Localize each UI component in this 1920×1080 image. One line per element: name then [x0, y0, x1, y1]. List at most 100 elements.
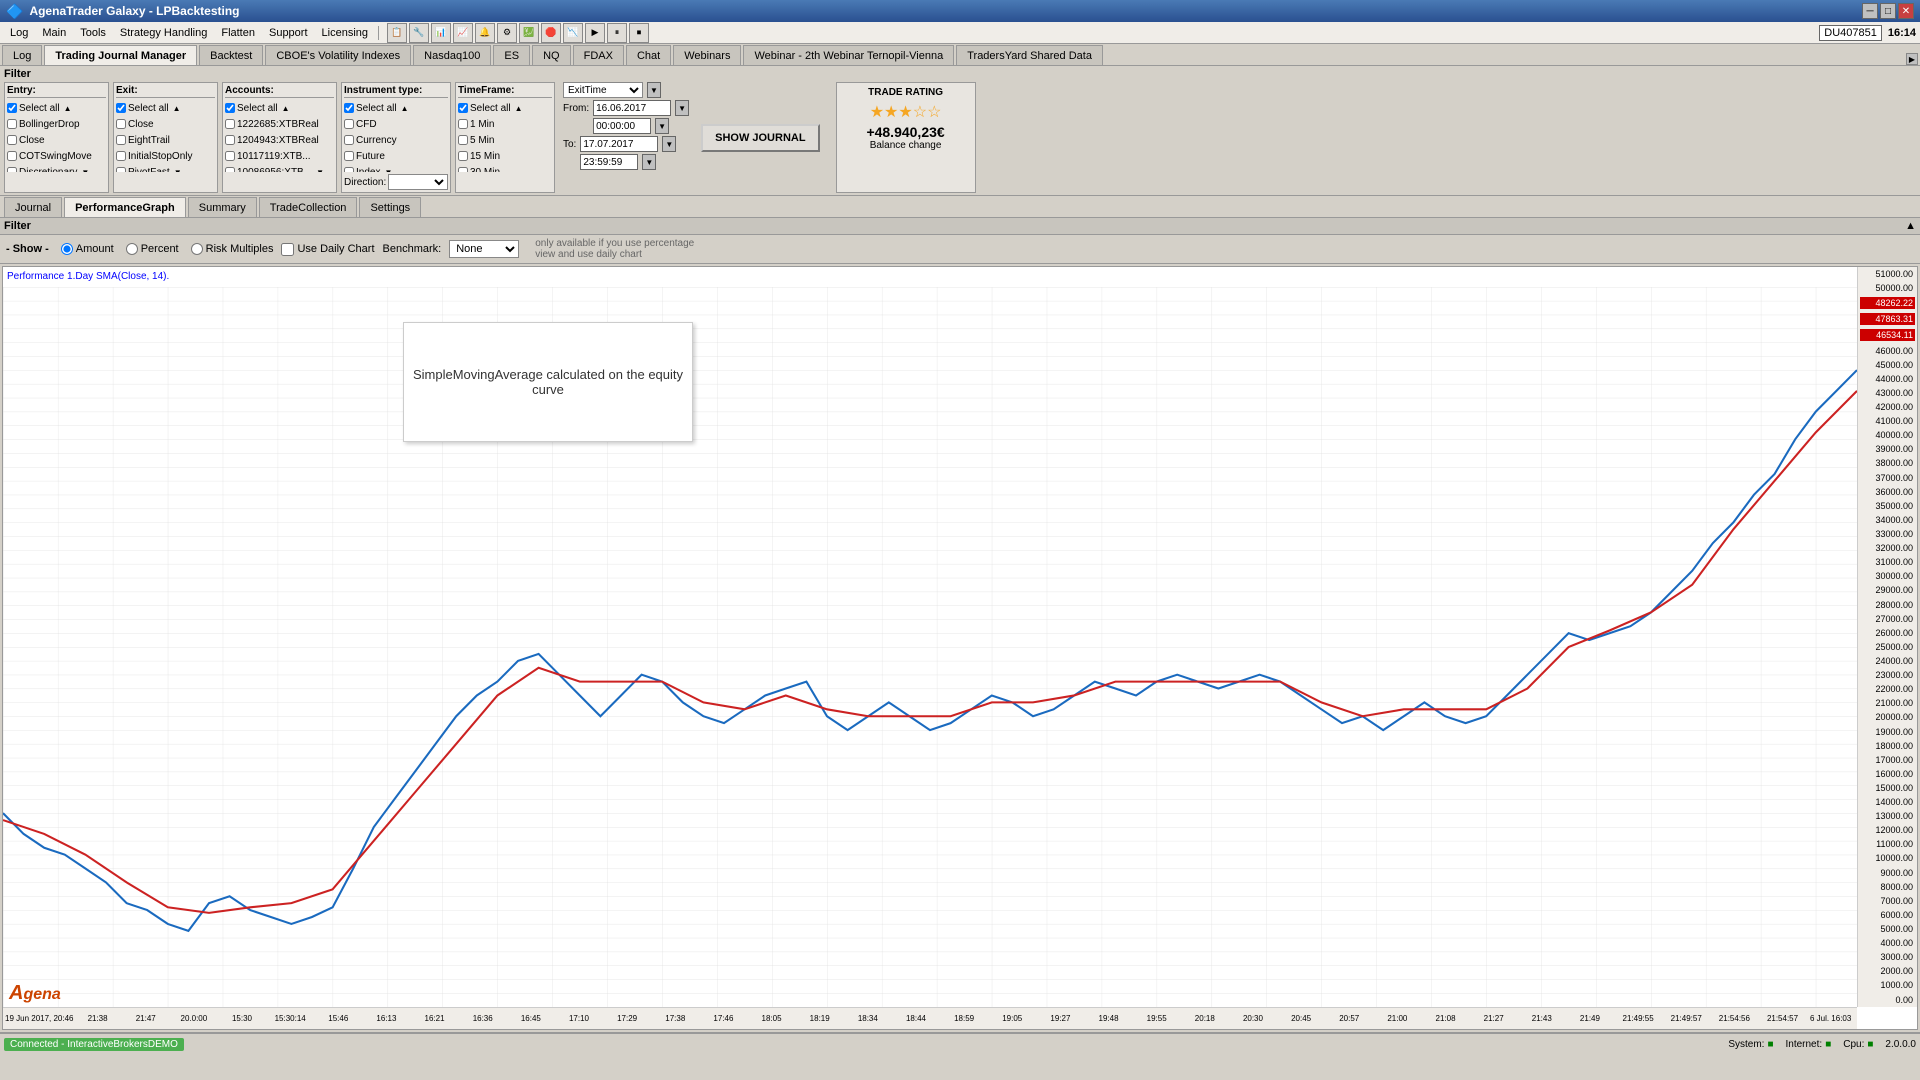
use-daily-chart-input[interactable]	[281, 243, 294, 256]
tab-log[interactable]: Log	[2, 45, 42, 65]
entry-checkbox-1[interactable]	[7, 119, 17, 129]
toolbar-btn-5[interactable]: 🔔	[475, 23, 495, 43]
tab-webinar2[interactable]: Webinar - 2th Webinar Ternopil-Vienna	[743, 45, 954, 65]
from-time-input[interactable]	[593, 118, 651, 134]
entry-checkbox-0[interactable]	[7, 103, 17, 113]
x-label-1: 21:38	[74, 1014, 122, 1023]
inner-tab-journal[interactable]: Journal	[4, 197, 62, 217]
tf-scroll-up[interactable]: ▲	[513, 104, 525, 113]
instrument-checkbox-2[interactable]	[344, 135, 354, 145]
account-scroll-down[interactable]: ▼	[314, 168, 326, 173]
tf-checkbox-2[interactable]	[458, 135, 468, 145]
instrument-scroll-up[interactable]: ▲	[399, 104, 411, 113]
instrument-scroll-down[interactable]: ▼	[382, 168, 394, 173]
entry-checkbox-3[interactable]	[7, 151, 17, 161]
inner-tab-trade-collection[interactable]: TradeCollection	[259, 197, 358, 217]
entry-checkbox-4[interactable]	[7, 167, 17, 172]
from-time-btn[interactable]: ▼	[655, 118, 669, 134]
account-checkbox-4[interactable]	[225, 167, 235, 172]
entry-checkbox-2[interactable]	[7, 135, 17, 145]
tf-checkbox-4[interactable]	[458, 167, 468, 172]
exit-scroll-down[interactable]: ▼	[172, 168, 184, 173]
menu-flatten[interactable]: Flatten	[215, 25, 261, 41]
instrument-checkbox-3[interactable]	[344, 151, 354, 161]
exit-checkbox-2[interactable]	[116, 135, 126, 145]
toolbar-btn-2[interactable]: 🔧	[409, 23, 429, 43]
radio-risk-input[interactable]	[191, 243, 203, 255]
entry-scroll-up[interactable]: ▲	[62, 104, 74, 113]
radio-percent[interactable]: Percent	[126, 243, 179, 255]
tab-scroll-right[interactable]: ▶	[1906, 53, 1918, 65]
toolbar-btn-6[interactable]: ⚙	[497, 23, 517, 43]
inner-tab-performance-graph[interactable]: PerformanceGraph	[64, 197, 186, 217]
tf-checkbox-3[interactable]	[458, 151, 468, 161]
title-bar-controls[interactable]: ─ □ ✕	[1862, 3, 1914, 19]
tab-backtest[interactable]: Backtest	[199, 45, 263, 65]
to-time-input[interactable]	[580, 154, 638, 170]
toolbar-btn-10[interactable]: ▶	[585, 23, 605, 43]
menu-tools[interactable]: Tools	[74, 25, 112, 41]
account-checkbox-3[interactable]	[225, 151, 235, 161]
account-checkbox-2[interactable]	[225, 135, 235, 145]
menu-licensing[interactable]: Licensing	[316, 25, 374, 41]
exit-checkbox-3[interactable]	[116, 151, 126, 161]
instrument-checkbox-4[interactable]	[344, 167, 354, 172]
from-date-btn[interactable]: ▼	[675, 100, 689, 116]
instrument-checkbox-0[interactable]	[344, 103, 354, 113]
toolbar-btn-3[interactable]: 📊	[431, 23, 451, 43]
tab-es[interactable]: ES	[493, 45, 530, 65]
account-checkbox-0[interactable]	[225, 103, 235, 113]
exit-checkbox-0[interactable]	[116, 103, 126, 113]
toolbar-btn-8[interactable]: 🛑	[541, 23, 561, 43]
radio-amount[interactable]: Amount	[61, 243, 114, 255]
exit-checkbox-1[interactable]	[116, 119, 126, 129]
radio-risk-multiples[interactable]: Risk Multiples	[191, 243, 274, 255]
minimize-button[interactable]: ─	[1862, 3, 1878, 19]
filter-header: Filter	[4, 68, 1916, 80]
toolbar-btn-9[interactable]: 📉	[563, 23, 583, 43]
use-daily-chart-checkbox[interactable]: Use Daily Chart	[281, 243, 374, 256]
menu-support[interactable]: Support	[263, 25, 314, 41]
entry-scroll-down[interactable]: ▼	[79, 168, 91, 173]
tab-trading-journal[interactable]: Trading Journal Manager	[44, 45, 197, 65]
instrument-checkbox-1[interactable]	[344, 119, 354, 129]
perf-filter-collapse[interactable]: ▲	[1905, 220, 1916, 232]
tab-fdax[interactable]: FDAX	[573, 45, 624, 65]
menu-log[interactable]: Log	[4, 25, 34, 41]
tab-chat[interactable]: Chat	[626, 45, 671, 65]
tf-checkbox-0[interactable]	[458, 103, 468, 113]
to-date-input[interactable]	[580, 136, 658, 152]
benchmark-select[interactable]: None S&P 500 Nasdaq	[449, 240, 519, 258]
tab-tradersyard[interactable]: TradersYard Shared Data	[956, 45, 1103, 65]
account-checkbox-1[interactable]	[225, 119, 235, 129]
to-date-btn[interactable]: ▼	[662, 136, 676, 152]
show-journal-button[interactable]: SHOW JOURNAL	[701, 124, 819, 152]
tf-checkbox-1[interactable]	[458, 119, 468, 129]
tab-nq[interactable]: NQ	[532, 45, 571, 65]
toolbar-btn-4[interactable]: 📈	[453, 23, 473, 43]
direction-select[interactable]: Long Short Both	[388, 174, 448, 190]
tab-webinars[interactable]: Webinars	[673, 45, 741, 65]
restore-button[interactable]: □	[1880, 3, 1896, 19]
toolbar-btn-7[interactable]: 💹	[519, 23, 539, 43]
inner-tab-summary[interactable]: Summary	[188, 197, 257, 217]
tab-cboe[interactable]: CBOE's Volatility Indexes	[265, 45, 411, 65]
menu-strategy-handling[interactable]: Strategy Handling	[114, 25, 213, 41]
exit-checkbox-4[interactable]	[116, 167, 126, 172]
menu-main[interactable]: Main	[36, 25, 72, 41]
inner-tab-settings[interactable]: Settings	[359, 197, 421, 217]
to-time-btn[interactable]: ▼	[642, 154, 656, 170]
exit-time-select[interactable]: ExitTime EntryTime	[563, 82, 643, 98]
toolbar-btn-11[interactable]: ⏸	[607, 23, 627, 43]
account-scroll-up[interactable]: ▲	[280, 104, 292, 113]
radio-percent-input[interactable]	[126, 243, 138, 255]
tab-nasdaq100[interactable]: Nasdaq100	[413, 45, 491, 65]
toolbar-btn-1[interactable]: 📋	[387, 23, 407, 43]
exit-scroll-up[interactable]: ▲	[171, 104, 183, 113]
radio-amount-input[interactable]	[61, 243, 73, 255]
close-button[interactable]: ✕	[1898, 3, 1914, 19]
exit-time-dropdown-btn[interactable]: ▼	[647, 82, 661, 98]
tooltip-text: SimpleMovingAverage calculated on the eq…	[404, 367, 692, 397]
from-date-input[interactable]	[593, 100, 671, 116]
toolbar-btn-12[interactable]: ⏹	[629, 23, 649, 43]
